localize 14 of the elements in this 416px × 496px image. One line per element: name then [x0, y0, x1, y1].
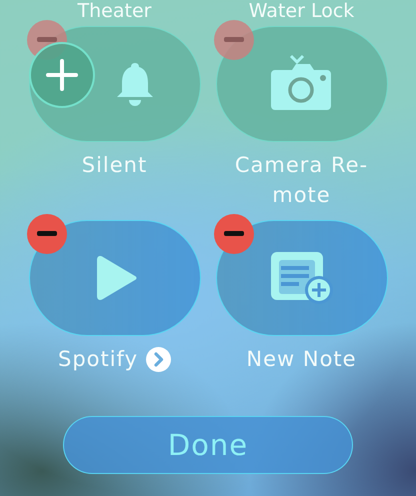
- tile-label: Camera Re- mote: [234, 152, 368, 209]
- tile-label: Spotify: [58, 346, 138, 373]
- tile-label: Theater: [76, 0, 152, 22]
- remove-icon[interactable]: [214, 214, 254, 254]
- control-tile[interactable]: [28, 220, 200, 336]
- done-button[interactable]: Done: [63, 416, 353, 474]
- tile-label: New Note: [246, 346, 357, 373]
- tile-label: Silent: [82, 152, 148, 179]
- remove-icon[interactable]: [26, 214, 66, 254]
- tile-label: Water Lock: [248, 0, 356, 22]
- control-tile[interactable]: [216, 26, 388, 142]
- note-add-icon: [268, 250, 334, 306]
- chevron-icon[interactable]: [146, 346, 172, 372]
- control-tile[interactable]: [216, 220, 388, 336]
